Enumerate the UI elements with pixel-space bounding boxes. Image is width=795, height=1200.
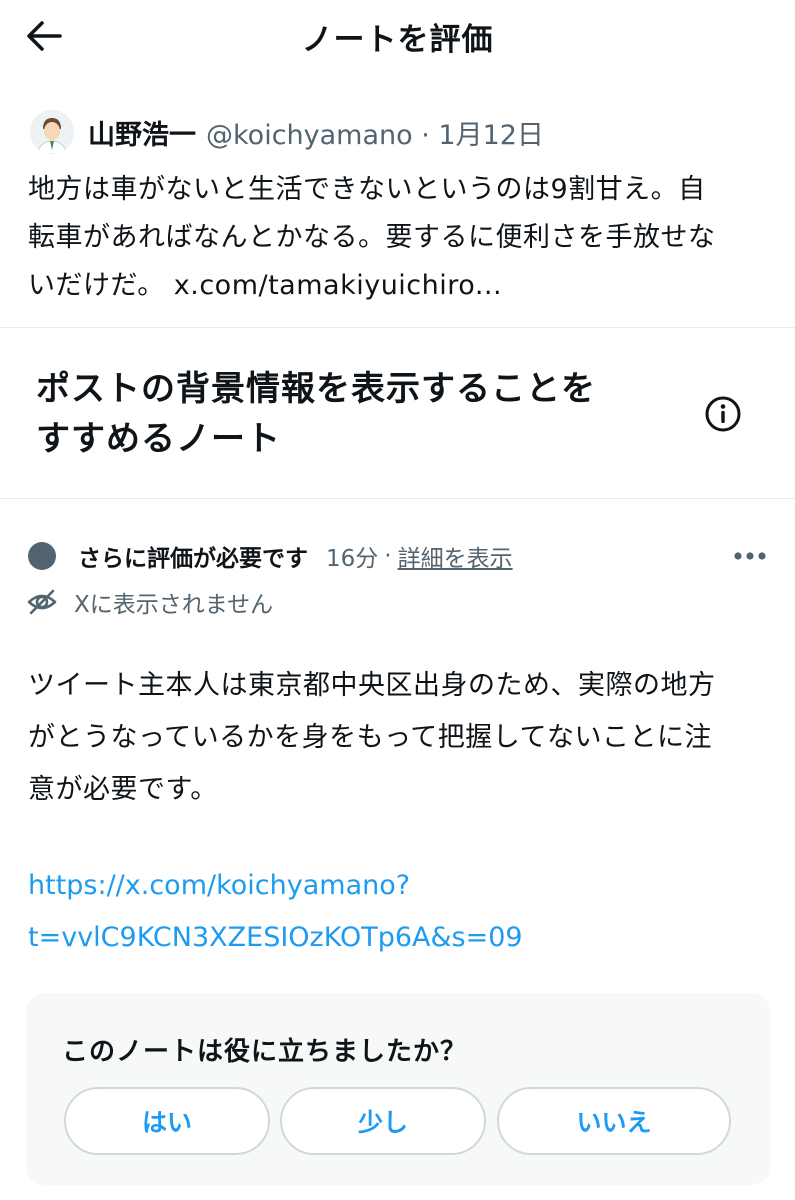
note-meta: さらに評価が必要です 16分 · 詳細を表示 <box>28 536 513 576</box>
status-dot-icon <box>28 542 56 570</box>
note-body-line: 意が必要です。 <box>28 774 218 805</box>
separator: · <box>384 543 392 569</box>
section-title-line: ポストの背景情報を表示することを <box>36 369 596 409</box>
info-button[interactable] <box>700 391 746 437</box>
rating-card: このノートは役に立ちましたか？ はい 少し いいえ <box>26 993 770 1185</box>
section-title-line: すすめるノート <box>36 419 281 459</box>
note-time: 16分 <box>326 546 379 572</box>
visibility-text: Xに表示されません <box>74 592 274 618</box>
rating-question: このノートは役に立ちましたか？ <box>62 1037 468 1067</box>
info-icon <box>705 396 741 432</box>
source-link[interactable]: https://x.com/koichyamano? t=vvlC9KCN3XZ… <box>28 860 778 964</box>
author-handle-and-date[interactable]: @koichyamano · 1月12日 <box>206 113 544 152</box>
rating-yes-button[interactable]: はい <box>64 1087 270 1155</box>
details-link[interactable]: 詳細を表示 <box>398 539 513 573</box>
more-horizontal-icon <box>734 552 766 560</box>
note-body-line: がとうなっているかを身をもって把握してないことに注 <box>28 722 712 753</box>
avatar[interactable] <box>30 110 74 154</box>
divider <box>0 327 795 328</box>
eye-off-icon <box>27 589 57 615</box>
page-title: ノートを評価 <box>301 22 494 58</box>
visibility-status: Xに表示されません <box>26 584 273 620</box>
post-text-line[interactable]: いだけだ。 x.com/tamakiyuichiro... <box>28 262 773 310</box>
section-title: ポストの背景情報を表示することを すすめるノート <box>36 364 686 464</box>
note-body: ツイート主本人は東京都中央区出身のため、実際の地方 がとうなっているかを身をもっ… <box>28 660 778 816</box>
post-header: 山野浩一 @koichyamano · 1月12日 <box>30 108 544 156</box>
source-link-line[interactable]: t=vvlC9KCN3XZESIOzKOTp6A&s=09 <box>28 912 778 964</box>
note-status: さらに評価が必要です <box>78 546 308 572</box>
post-text-line: 地方は車がないと生活できないというのは9割甘え。自 <box>28 174 706 205</box>
post-text: 地方は車がないと生活できないというのは9割甘え。自 転車があればなんとかなる。要… <box>28 166 773 310</box>
rating-no-button[interactable]: いいえ <box>497 1087 731 1155</box>
post-text-line: 転車があればなんとかなる。要するに便利さを手放せな <box>28 222 716 253</box>
more-options-button[interactable] <box>728 538 772 574</box>
author-name[interactable]: 山野浩一 <box>88 113 196 152</box>
top-bar: ノートを評価 <box>0 0 795 72</box>
divider <box>0 498 795 499</box>
rating-somewhat-button[interactable]: 少し <box>280 1087 486 1155</box>
source-link-line[interactable]: https://x.com/koichyamano? <box>28 860 778 912</box>
note-body-line: ツイート主本人は東京都中央区出身のため、実際の地方 <box>28 670 716 701</box>
